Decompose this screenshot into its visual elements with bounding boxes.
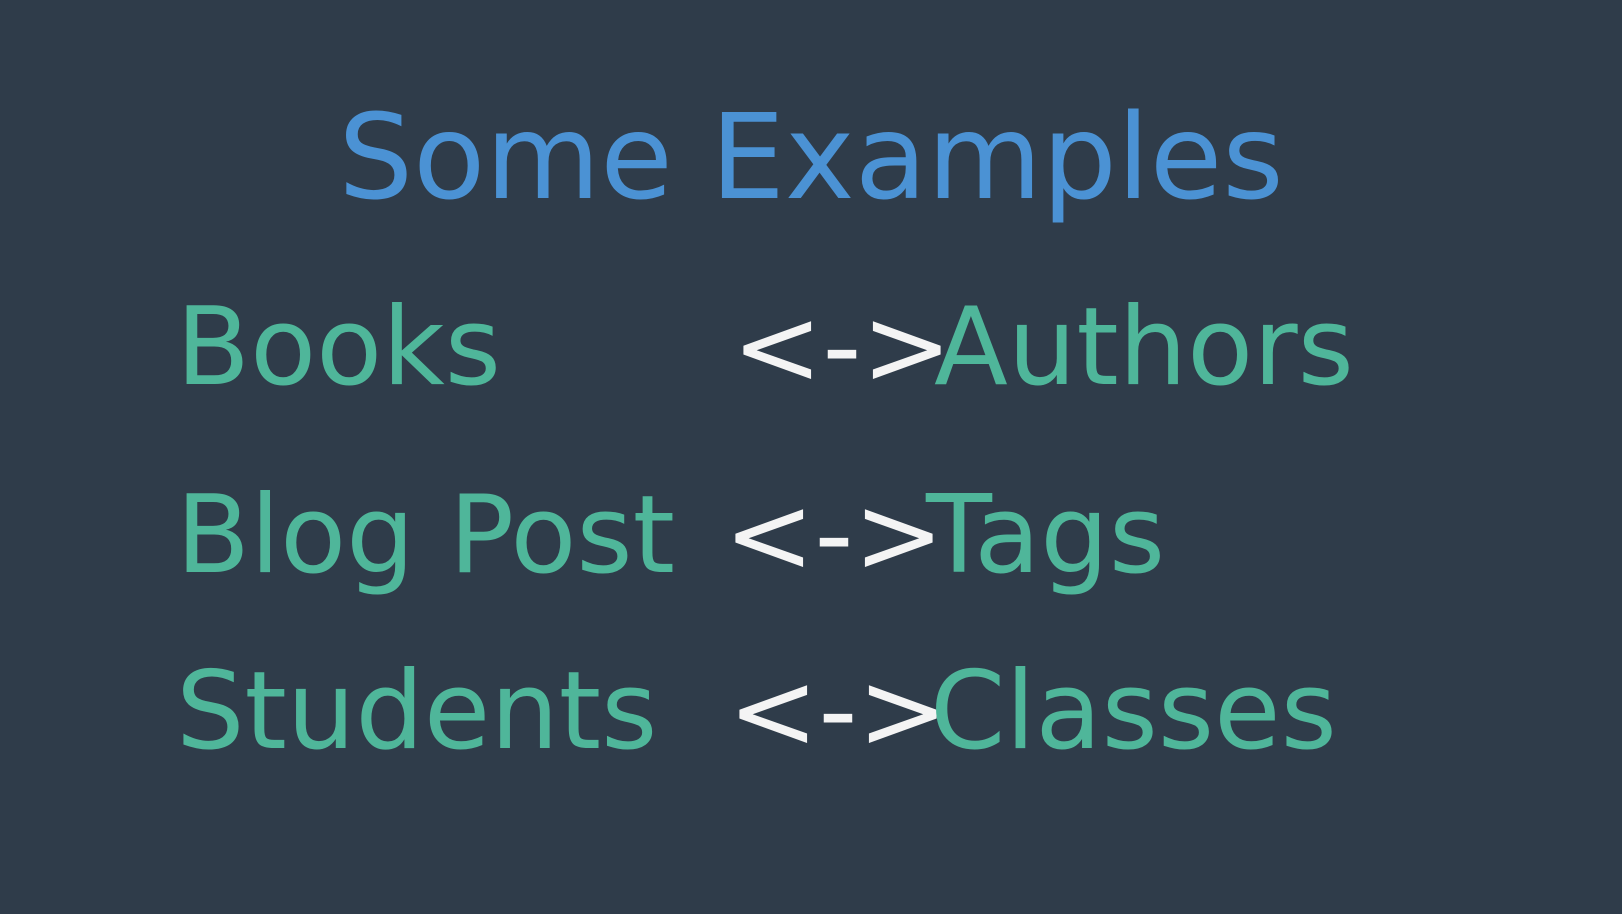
relationship-right-term: Authors	[934, 285, 1354, 410]
relationship-left-term: Blog Post	[176, 473, 676, 598]
slide-title: Some Examples	[338, 88, 1284, 226]
bidirectional-arrow: <->	[724, 473, 944, 598]
bidirectional-arrow: <->	[732, 285, 952, 410]
relationship-right-term: Classes	[930, 649, 1337, 774]
bidirectional-arrow: <->	[728, 649, 948, 774]
slide: Some Examples Books <-> Authors Blog Pos…	[0, 0, 1622, 914]
relationship-right-term: Tags	[926, 473, 1166, 598]
relationship-left-term: Students	[176, 649, 658, 774]
relationship-left-term: Books	[176, 285, 502, 410]
